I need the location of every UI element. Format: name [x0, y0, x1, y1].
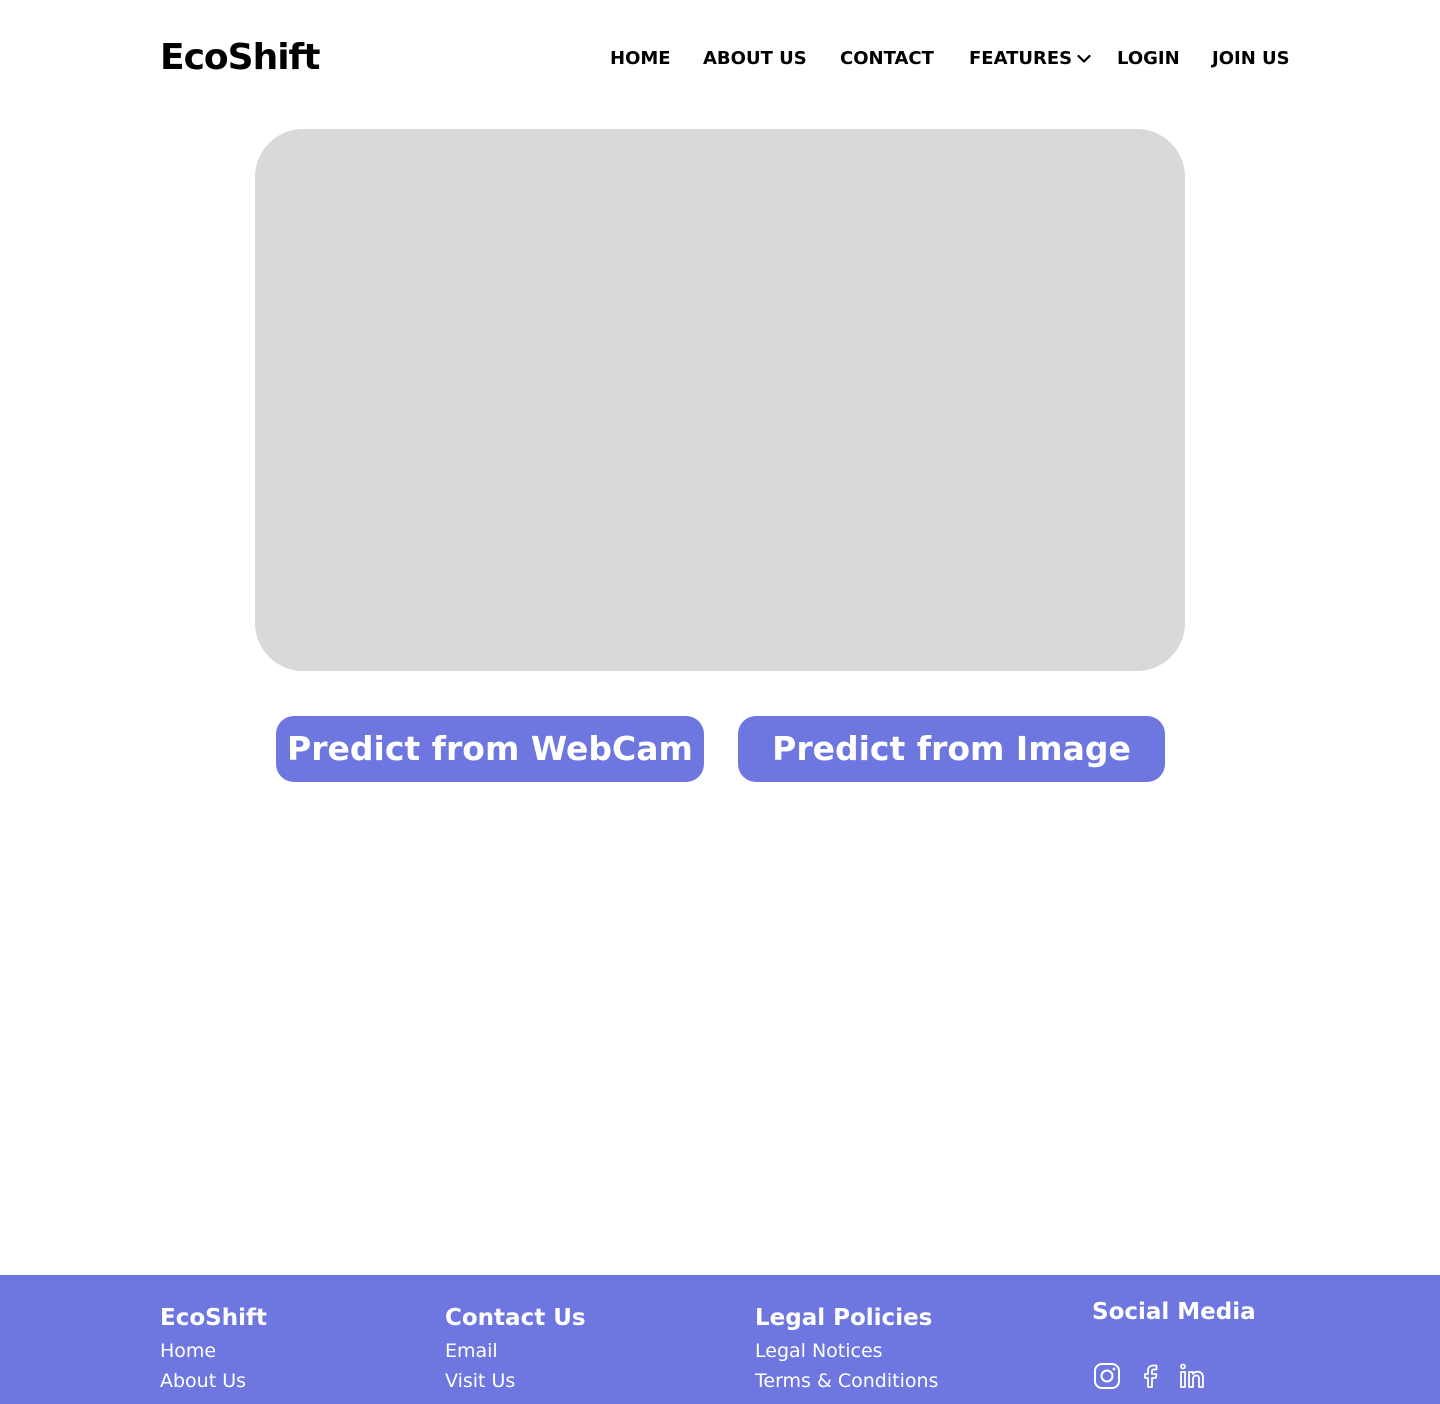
- footer-link-legal-notices[interactable]: Legal Notices: [755, 1336, 938, 1366]
- logo[interactable]: EcoShift: [160, 36, 320, 80]
- footer-brand-column: EcoShift Home About Us: [160, 1303, 267, 1396]
- site-header: EcoShift HOME ABOUT US CONTACT FEATURES …: [0, 0, 1440, 118]
- nav-features[interactable]: FEATURES: [969, 47, 1091, 71]
- footer-social-column: Social Media: [1092, 1297, 1256, 1389]
- footer-brand-heading: EcoShift: [160, 1305, 267, 1331]
- footer-link-terms[interactable]: Terms & Conditions: [755, 1366, 938, 1396]
- nav-join-us[interactable]: JOIN US: [1212, 47, 1290, 71]
- facebook-icon[interactable]: [1136, 1361, 1166, 1391]
- footer-link-email[interactable]: Email: [445, 1336, 586, 1366]
- chevron-down-icon: [1077, 54, 1091, 63]
- footer-legal-column: Legal Policies Legal Notices Terms & Con…: [755, 1303, 938, 1396]
- footer-link-about-us[interactable]: About Us: [160, 1366, 267, 1396]
- footer-contact-heading: Contact Us: [445, 1305, 586, 1331]
- predict-webcam-button[interactable]: Predict from WebCam: [276, 716, 704, 782]
- footer-social-heading: Social Media: [1092, 1299, 1256, 1325]
- site-footer: EcoShift Home About Us Contact Us Email …: [0, 1275, 1440, 1404]
- footer-contact-column: Contact Us Email Visit Us: [445, 1303, 586, 1396]
- instagram-icon[interactable]: [1092, 1361, 1122, 1391]
- nav-contact[interactable]: CONTACT: [840, 47, 934, 71]
- nav-login[interactable]: LOGIN: [1117, 47, 1180, 71]
- footer-link-visit-us[interactable]: Visit Us: [445, 1366, 586, 1396]
- footer-legal-heading: Legal Policies: [755, 1305, 933, 1331]
- footer-link-home[interactable]: Home: [160, 1336, 267, 1366]
- social-icons: [1092, 1361, 1232, 1395]
- media-preview-area: [255, 129, 1185, 671]
- nav-about-us[interactable]: ABOUT US: [703, 47, 807, 71]
- linkedin-icon[interactable]: [1178, 1361, 1208, 1391]
- predict-image-button[interactable]: Predict from Image: [738, 716, 1165, 782]
- nav-home[interactable]: HOME: [610, 47, 671, 71]
- nav-features-label: FEATURES: [969, 48, 1073, 69]
